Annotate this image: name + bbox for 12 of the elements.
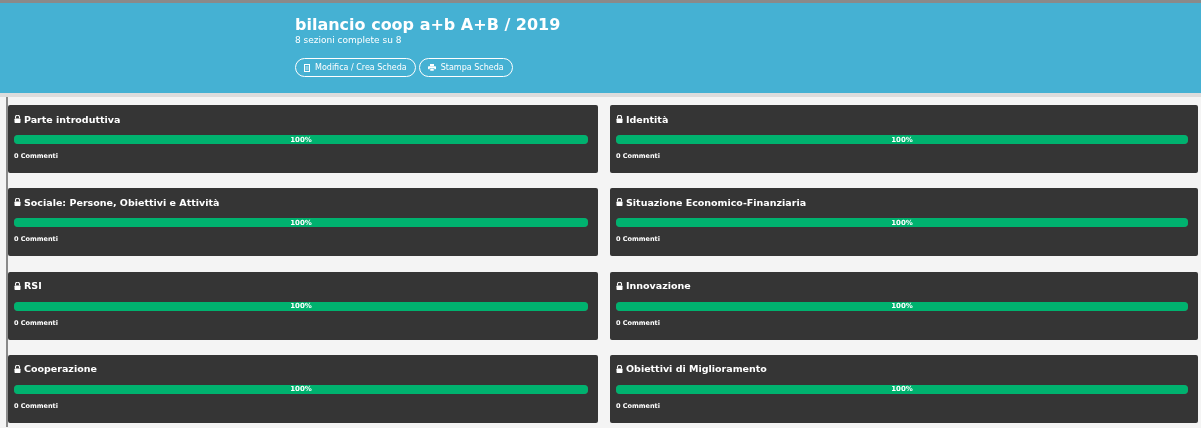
section-title[interactable]: Obiettivi di Miglioramento <box>626 363 767 375</box>
section-title[interactable]: Parte introduttiva <box>24 113 121 125</box>
section-title[interactable]: Identità <box>626 113 669 125</box>
page-title: bilancio coop a+b A+B / 2019 <box>295 15 562 35</box>
section-title[interactable]: Sociale: Persone, Obiettivi e Attività <box>24 196 220 208</box>
printer-icon <box>427 64 436 71</box>
section-title[interactable]: Cooperazione <box>24 363 97 375</box>
section-title[interactable]: Innovazione <box>626 280 691 291</box>
page-subtitle: 8 sezioni complete su 8 <box>295 35 403 46</box>
document-icon <box>304 63 310 72</box>
section-title[interactable]: RSI <box>24 280 42 291</box>
section-title[interactable]: Situazione Economico-Finanziaria <box>626 196 807 208</box>
